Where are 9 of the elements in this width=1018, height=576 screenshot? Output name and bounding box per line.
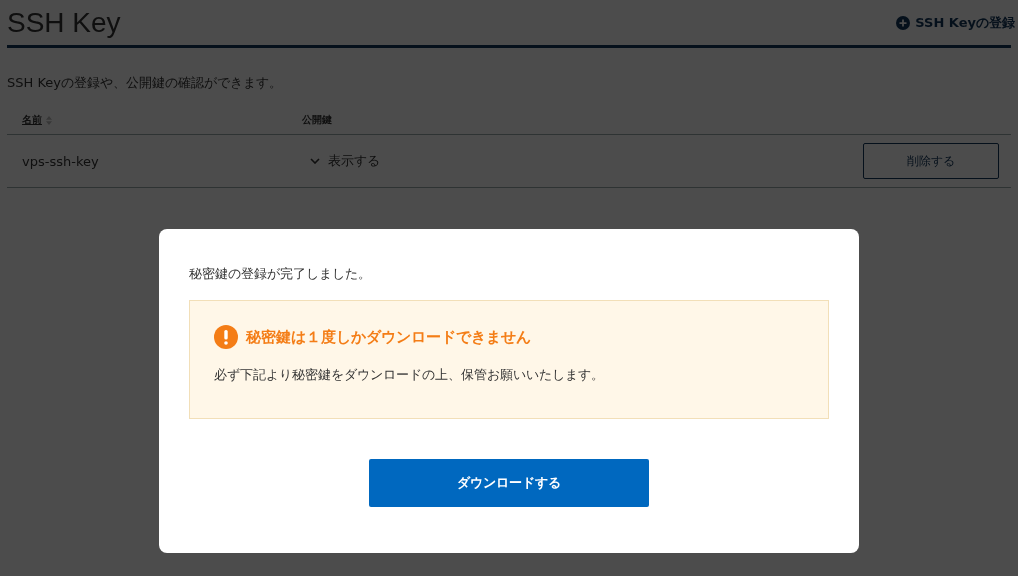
download-button[interactable]: ダウンロードする [369,459,649,507]
page-title: SSH Key [7,6,121,39]
table-cell: vps-ssh-key [22,153,99,169]
message-text: 秘密鍵の登録が完了しました。 [189,265,372,283]
warning-title: 秘密鍵は１度しかダウンロードできません [246,327,531,347]
column-header[interactable]: 名前 [22,113,42,127]
warning-text: 必ず下記より秘密鍵をダウンロードの上、保管お願いいたします。 [214,367,605,384]
column-header: 公開鍵 [302,114,332,125]
exclamation-icon [214,325,238,349]
